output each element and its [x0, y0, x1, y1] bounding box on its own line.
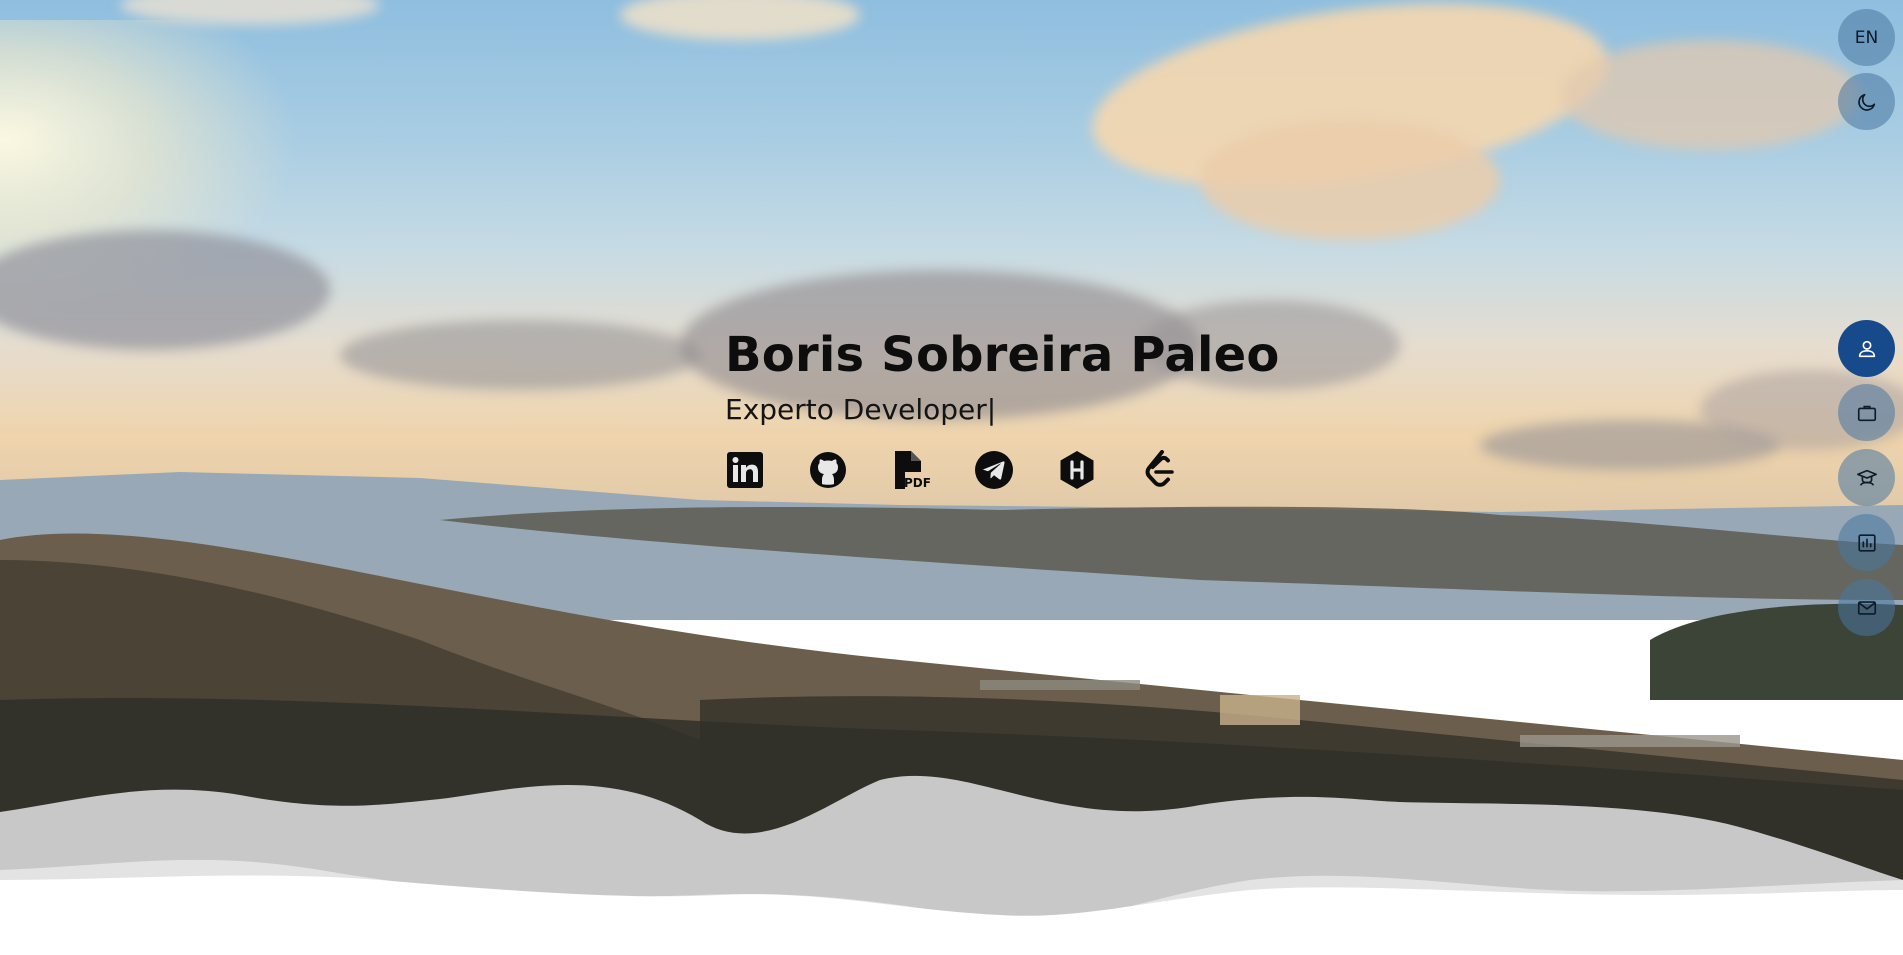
linkedin-icon	[727, 452, 763, 488]
github-link[interactable]	[808, 448, 891, 492]
pdf-file-icon: PDF	[895, 451, 931, 490]
social-links: PDF	[725, 448, 1280, 492]
typing-tagline: Experto Developer|	[725, 393, 1280, 426]
linkedin-link[interactable]	[725, 448, 808, 492]
theme-toggle-button[interactable]	[1838, 73, 1895, 130]
leetcode-icon	[1145, 450, 1174, 487]
telegram-link[interactable]	[974, 448, 1057, 492]
language-toggle-button[interactable]: EN	[1838, 9, 1895, 66]
mail-icon	[1857, 600, 1876, 615]
nav-about-button[interactable]	[1838, 320, 1895, 377]
hashnode-link[interactable]	[1057, 448, 1140, 492]
graduation-icon	[1856, 469, 1877, 486]
nav-contact-button[interactable]	[1838, 579, 1895, 636]
hashnode-icon	[1060, 451, 1094, 489]
github-icon	[810, 452, 846, 488]
tagline-text: Experto Developer	[725, 393, 987, 426]
nav-experience-button[interactable]	[1838, 384, 1895, 441]
pdf-cv-link[interactable]: PDF	[891, 448, 974, 492]
telegram-icon	[975, 451, 1013, 489]
pdf-badge: PDF	[904, 476, 931, 490]
hero-section: Boris Sobreira Paleo Experto Developer|	[0, 0, 1903, 955]
bar-chart-icon	[1857, 533, 1876, 552]
briefcase-icon	[1857, 405, 1876, 421]
moon-icon	[1857, 93, 1875, 111]
language-label: EN	[1854, 27, 1879, 48]
typing-cursor: |	[986, 393, 997, 426]
page-title: Boris Sobreira Paleo	[725, 327, 1280, 383]
person-icon	[1858, 340, 1875, 357]
nav-education-button[interactable]	[1838, 449, 1895, 506]
leetcode-link[interactable]	[1140, 448, 1223, 492]
hero-content: Boris Sobreira Paleo Experto Developer|	[725, 325, 1280, 492]
nav-skills-button[interactable]	[1838, 514, 1895, 571]
